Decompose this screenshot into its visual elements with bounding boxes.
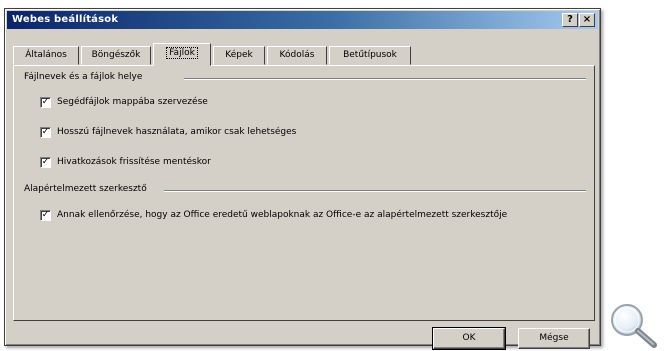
group-label-default-editor: Alapértelmezett szerkesztő — [24, 184, 147, 194]
tab-browsers[interactable]: Böngészők — [81, 46, 151, 65]
option-label: Annak ellenőrzése, hogy az Office eredet… — [57, 210, 508, 220]
help-button[interactable]: ? — [562, 13, 578, 27]
group-divider-editor — [164, 190, 586, 192]
group-label-filenames: Fájlnevek és a fájlok helye — [24, 72, 143, 82]
checkbox[interactable]: ✓ — [40, 209, 51, 221]
web-options-dialog: Webes beállítások ? × Általános Böngésző… — [4, 8, 601, 350]
tab-panel-files: Fájlnevek és a fájlok helye ✓ Segédfájlo… — [13, 65, 595, 321]
option-check-office-editor[interactable]: ✓ Annak ellenőrzése, hogy az Office ered… — [40, 208, 507, 222]
checkbox[interactable]: ✓ — [40, 96, 51, 108]
tab-files[interactable]: Fájlok — [153, 43, 211, 66]
option-organize-supporting-files[interactable]: ✓ Segédfájlok mappába szervezése — [40, 95, 208, 109]
ok-button[interactable]: OK — [432, 327, 506, 350]
option-label: Hivatkozások frissítése mentéskor — [57, 157, 211, 167]
tab-fonts[interactable]: Betűtípusok — [329, 46, 411, 65]
option-label: Hosszú fájlnevek használata, amikor csak… — [57, 127, 297, 137]
checkbox[interactable]: ✓ — [40, 126, 51, 138]
title-bar[interactable]: Webes beállítások ? × — [7, 11, 598, 29]
checkbox[interactable]: ✓ — [40, 156, 51, 168]
cancel-button[interactable]: Mégse — [518, 328, 590, 349]
option-update-links[interactable]: ✓ Hivatkozások frissítése mentéskor — [40, 155, 211, 169]
tab-pictures[interactable]: Képek — [213, 46, 265, 65]
tab-general[interactable]: Általános — [13, 46, 79, 65]
group-divider-filenames — [184, 78, 586, 80]
window-title: Webes beállítások — [12, 14, 119, 25]
option-label: Segédfájlok mappába szervezése — [57, 97, 208, 107]
magnifier-icon[interactable] — [606, 300, 664, 350]
tab-encoding[interactable]: Kódolás — [267, 46, 327, 65]
option-long-filenames[interactable]: ✓ Hosszú fájlnevek használata, amikor cs… — [40, 125, 296, 139]
close-button[interactable]: × — [579, 13, 595, 27]
